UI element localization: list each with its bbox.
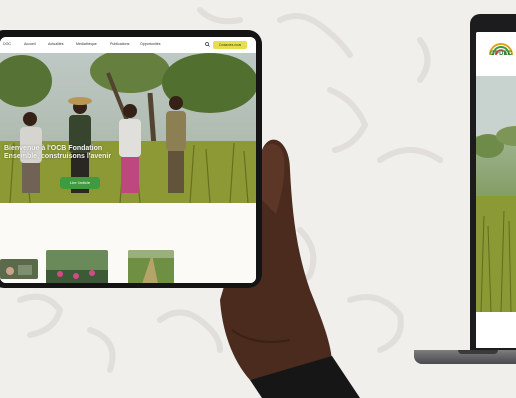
- tablet-screen: DOC Accueil Actualités Médiathèque Publi…: [0, 37, 256, 283]
- news-thumbnail[interactable]: [46, 250, 108, 283]
- news-thumbnail[interactable]: [128, 250, 174, 283]
- nav-item-actualites[interactable]: Actualités: [48, 42, 64, 46]
- news-thumbnail[interactable]: [0, 259, 38, 279]
- nav-item-publications[interactable]: Publications: [110, 42, 129, 46]
- search-icon[interactable]: [205, 42, 210, 47]
- read-article-button[interactable]: Lire l'article: [60, 177, 100, 189]
- tablet-device: DOC Accueil Actualités Médiathèque Publi…: [0, 30, 262, 288]
- nav-item-accueil[interactable]: Accueil: [24, 42, 36, 46]
- product-mockup-scene: OPDEC DOC Accueil Actualités Médiathèque…: [0, 0, 516, 398]
- contact-button[interactable]: Contactez-nous: [213, 41, 247, 49]
- hero-banner: Bienvenue à l'OCB Fondation Ensemble, co…: [0, 53, 256, 203]
- website-navbar: DOC Accueil Actualités Médiathèque Publi…: [0, 37, 256, 53]
- hero-title-line1: Bienvenue à l'OCB Fondation: [4, 145, 103, 152]
- news-section: [0, 203, 256, 283]
- nav-item-home[interactable]: DOC: [3, 42, 11, 46]
- hero-title-line2: Ensemble, construisons l'avenir: [4, 153, 112, 160]
- nav-item-opportunites[interactable]: Opportunités: [140, 42, 161, 46]
- nav-item-mediatheque[interactable]: Médiathèque: [76, 42, 97, 46]
- hero-title: Bienvenue à l'OCB Fondation Ensemble, co…: [4, 145, 174, 161]
- hero-photo: [0, 53, 256, 203]
